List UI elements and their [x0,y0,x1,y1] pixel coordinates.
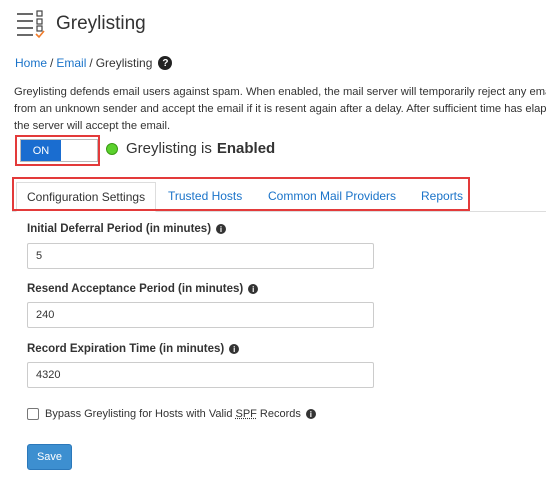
initial-deferral-label-text: Initial Deferral Period (in minutes) [27,223,211,235]
bypass-label-after: Records [260,408,301,420]
record-expiration-input[interactable] [27,362,374,388]
page-header: Greylisting [14,8,146,40]
initial-deferral-input[interactable] [27,243,374,269]
status-indicator-icon [106,143,118,155]
breadcrumb-separator: / [50,56,53,70]
breadcrumb-separator: / [89,56,92,70]
spf-abbreviation: SPF [235,408,256,420]
toggle-knob [61,140,97,161]
page-description: Greylisting defends email users against … [14,84,546,135]
resend-acceptance-label: Resend Acceptance Period (in minutes) i [27,283,258,295]
greylisting-status: Greylisting is Enabled [106,140,275,157]
resend-acceptance-label-text: Resend Acceptance Period (in minutes) [27,283,243,295]
save-button[interactable]: Save [27,444,72,470]
initial-deferral-label: Initial Deferral Period (in minutes) i [27,223,226,235]
breadcrumb: Home / Email / Greylisting ? [15,56,172,70]
greylisting-list-icon [14,8,46,40]
breadcrumb-current: Greylisting [96,56,153,70]
info-icon[interactable]: i [216,224,226,234]
help-icon[interactable]: ? [158,56,172,70]
info-icon[interactable]: i [229,344,239,354]
bypass-spf-option[interactable]: Bypass Greylisting for Hosts with Valid … [27,408,316,420]
record-expiration-label: Record Expiration Time (in minutes) i [27,343,239,355]
toggle-on-label: ON [21,140,61,161]
resend-acceptance-input[interactable] [27,302,374,328]
status-prefix: Greylisting is [126,140,212,157]
breadcrumb-home-link[interactable]: Home [15,56,47,70]
record-expiration-label-text: Record Expiration Time (in minutes) [27,343,224,355]
status-value: Enabled [217,140,275,157]
tabs-highlight-box [12,177,470,211]
breadcrumb-email-link[interactable]: Email [56,56,86,70]
greylisting-toggle[interactable]: ON [20,139,98,162]
bypass-label-before: Bypass Greylisting for Hosts with Valid [45,408,232,420]
page-title: Greylisting [56,13,146,35]
info-icon[interactable]: i [306,409,316,419]
bypass-spf-checkbox[interactable] [27,408,39,420]
info-icon[interactable]: i [248,284,258,294]
